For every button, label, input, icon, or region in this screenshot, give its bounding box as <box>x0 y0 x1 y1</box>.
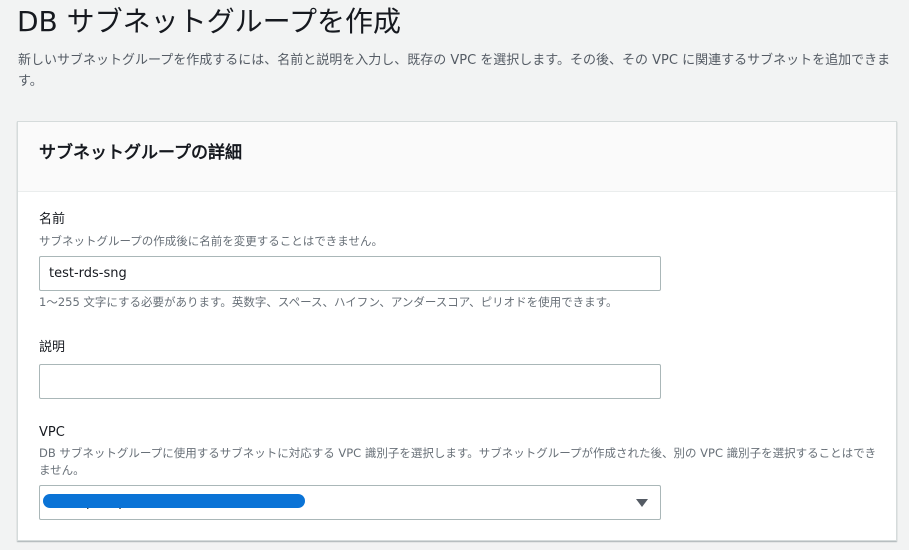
caret-down-icon <box>636 499 648 507</box>
page: DB サブネットグループを作成 新しいサブネットグループを作成するには、名前と説… <box>0 0 909 550</box>
name-hint: 1〜255 文字にする必要があります。英数字、スペース、ハイフン、アンダースコア… <box>39 295 618 309</box>
vpc-select[interactable]: test-vpc (vpc-0824f6e5f88507fe3) <box>39 485 661 520</box>
page-description: 新しいサブネットグループを作成するには、名前と説明を入力し、既存の VPC を選… <box>18 53 891 89</box>
vpc-description: DB サブネットグループに使用するサブネットに対応する VPC 識別子を選択しま… <box>39 446 877 477</box>
description-label: 説明 <box>39 340 66 355</box>
name-description: サブネットグループの作成後に名前を変更することはできません。 <box>39 234 383 248</box>
panel-title: サブネットグループの詳細 <box>39 143 242 163</box>
vpc-label: VPC <box>39 425 65 440</box>
redaction-mark <box>43 494 305 508</box>
name-label: 名前 <box>39 212 66 227</box>
description-input[interactable] <box>39 364 661 399</box>
panel-header: サブネットグループの詳細 <box>18 122 896 192</box>
page-title: DB サブネットグループを作成 <box>17 5 401 38</box>
name-input[interactable] <box>39 256 661 291</box>
subnet-group-details-panel: サブネットグループの詳細 名前 サブネットグループの作成後に名前を変更することは… <box>17 121 897 541</box>
